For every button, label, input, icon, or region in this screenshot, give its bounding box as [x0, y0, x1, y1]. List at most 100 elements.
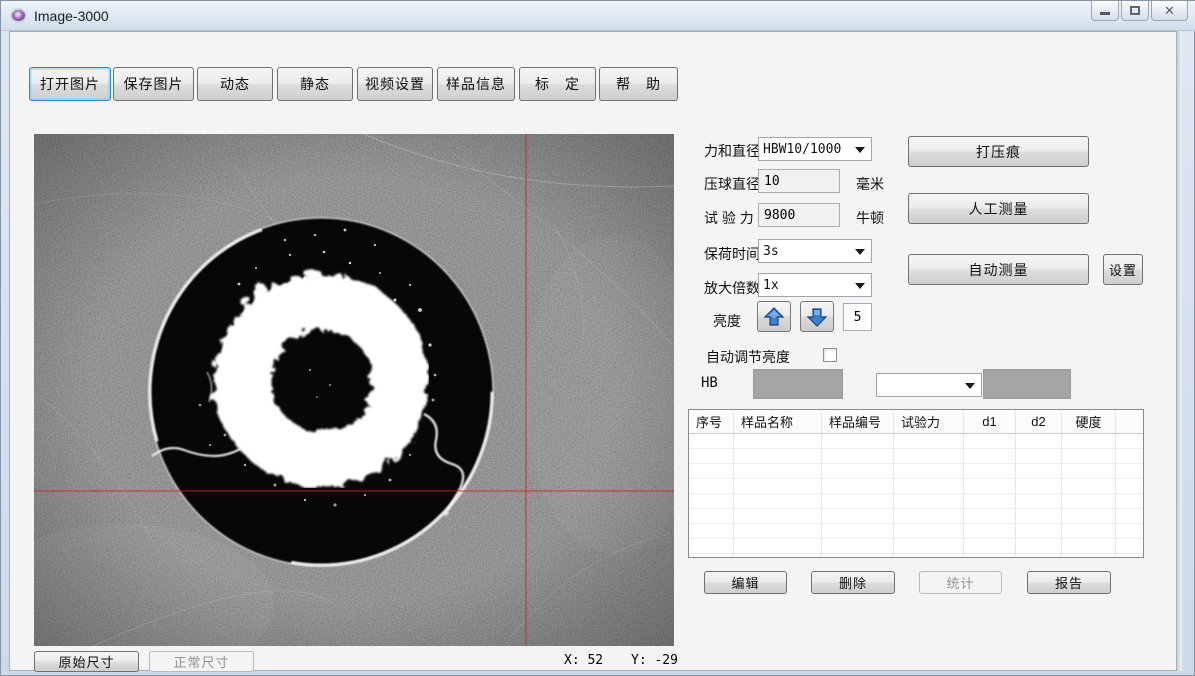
- grid-line: [733, 434, 734, 557]
- chevron-down-icon: [855, 249, 865, 255]
- results-table-header: 序号 样品名称 样品编号 试验力 d1 d2 硬度: [689, 410, 1143, 434]
- col-test-force: 试验力: [894, 410, 964, 433]
- grid-line: [1115, 434, 1116, 557]
- grid-line: [1061, 434, 1062, 557]
- original-size-label: 原始尺寸: [58, 652, 114, 671]
- delete-button[interactable]: 删除: [811, 571, 895, 594]
- cursor-x-readout: X: 52: [564, 653, 603, 668]
- save-image-label: 保存图片: [124, 74, 184, 94]
- hold-time-label: 保荷时间: [704, 244, 760, 264]
- window-title: Image-3000: [34, 8, 109, 24]
- client-right-divider: [1177, 31, 1182, 671]
- indentation: [149, 218, 493, 566]
- grid-line: [821, 434, 822, 557]
- close-button[interactable]: ✕: [1151, 1, 1188, 21]
- statistics-label: 统计: [946, 573, 974, 592]
- report-button[interactable]: 报告: [1027, 571, 1111, 594]
- settings-label: 设置: [1109, 260, 1137, 279]
- hold-time-value: 3s: [763, 244, 779, 259]
- arrow-down-icon: [806, 306, 828, 328]
- col-index: 序号: [689, 410, 734, 433]
- manual-measure-button[interactable]: 人工测量: [908, 193, 1089, 224]
- force-diameter-label: 力和直径: [704, 141, 760, 161]
- make-indent-button[interactable]: 打压痕: [908, 136, 1089, 167]
- settings-button[interactable]: 设置: [1103, 254, 1143, 285]
- ball-diameter-label: 压球直径: [704, 174, 760, 194]
- calibration-button[interactable]: 标 定: [519, 67, 596, 101]
- help-label: 帮 助: [616, 74, 661, 94]
- help-button[interactable]: 帮 助: [599, 67, 678, 101]
- open-image-button[interactable]: 打开图片: [29, 67, 111, 101]
- col-d2: d2: [1016, 410, 1062, 433]
- grid-line: [963, 434, 964, 557]
- cursor-y-readout: Y: -29: [631, 653, 678, 668]
- dynamic-button[interactable]: 动态: [197, 67, 273, 101]
- magnification-label: 放大倍数: [704, 278, 760, 298]
- app-window: { "window": { "title": "Image-3000", "ic…: [0, 0, 1195, 676]
- results-table[interactable]: 序号 样品名称 样品编号 试验力 d1 d2 硬度: [688, 409, 1144, 558]
- auto-brightness-label: 自动调节亮度: [706, 347, 790, 367]
- maximize-icon: [1130, 6, 1140, 15]
- calibration-label: 标 定: [535, 74, 580, 94]
- sample-info-label: 样品信息: [446, 74, 506, 94]
- report-label: 报告: [1055, 573, 1083, 592]
- ball-diameter-unit: 毫米: [856, 174, 884, 194]
- force-diameter-value: HBW10/1000: [763, 142, 841, 157]
- auto-measure-label: 自动测量: [969, 260, 1029, 280]
- grid-line: [1015, 434, 1016, 557]
- original-size-button[interactable]: 原始尺寸: [34, 651, 139, 672]
- minimize-icon: [1100, 12, 1110, 15]
- brightness-value-input[interactable]: [843, 303, 872, 331]
- test-force-input[interactable]: [758, 203, 840, 227]
- auto-brightness-checkbox[interactable]: [823, 348, 837, 362]
- col-filler: [1116, 410, 1143, 433]
- hardness-convert-select[interactable]: [876, 373, 982, 397]
- video-settings-label: 视频设置: [365, 74, 425, 94]
- test-force-unit: 牛顿: [856, 208, 884, 228]
- sample-info-button[interactable]: 样品信息: [437, 67, 515, 101]
- open-image-label: 打开图片: [40, 74, 100, 94]
- hardness-scale-label: HB: [701, 375, 718, 391]
- microscope-image: [34, 134, 674, 646]
- col-sample-name: 样品名称: [734, 410, 822, 433]
- save-image-button[interactable]: 保存图片: [113, 67, 194, 101]
- make-indent-label: 打压痕: [976, 142, 1021, 162]
- force-diameter-select[interactable]: HBW10/1000: [758, 137, 872, 161]
- chevron-down-icon: [965, 383, 975, 389]
- results-table-body[interactable]: [689, 434, 1143, 557]
- normal-size-button: 正常尺寸: [149, 651, 254, 672]
- auto-measure-button[interactable]: 自动测量: [908, 254, 1089, 285]
- dynamic-label: 动态: [220, 74, 250, 94]
- static-label: 静态: [300, 74, 330, 94]
- minimize-button[interactable]: [1091, 1, 1119, 21]
- maximize-button[interactable]: [1121, 1, 1149, 21]
- brightness-up-button[interactable]: [757, 301, 791, 332]
- chevron-down-icon: [855, 147, 865, 153]
- delete-label: 删除: [839, 573, 867, 592]
- chevron-down-icon: [855, 283, 865, 289]
- hardness-result-box: [753, 369, 843, 399]
- normal-size-label: 正常尺寸: [173, 652, 229, 671]
- col-hardness: 硬度: [1062, 410, 1116, 433]
- hold-time-select[interactable]: 3s: [758, 239, 872, 263]
- brightness-label: 亮度: [713, 311, 741, 331]
- magnification-select[interactable]: 1x: [758, 273, 872, 297]
- col-d1: d1: [964, 410, 1016, 433]
- edit-label: 编辑: [731, 573, 759, 592]
- brightness-down-button[interactable]: [800, 301, 834, 332]
- app-logo-icon: [10, 8, 27, 23]
- statistics-button: 统计: [919, 571, 1002, 594]
- test-force-label: 试 验 力: [704, 208, 754, 228]
- magnification-value: 1x: [763, 278, 779, 293]
- static-button[interactable]: 静态: [277, 67, 353, 101]
- grid-line: [893, 434, 894, 557]
- microscope-image-viewport[interactable]: [34, 134, 674, 646]
- arrow-up-icon: [763, 306, 785, 328]
- close-icon: ✕: [1164, 3, 1175, 19]
- col-sample-number: 样品编号: [822, 410, 894, 433]
- video-settings-button[interactable]: 视频设置: [357, 67, 433, 101]
- titlebar[interactable]: Image-3000: [1, 1, 1195, 31]
- converted-result-box: [983, 369, 1071, 399]
- ball-diameter-input[interactable]: [758, 169, 840, 193]
- edit-button[interactable]: 编辑: [704, 571, 787, 594]
